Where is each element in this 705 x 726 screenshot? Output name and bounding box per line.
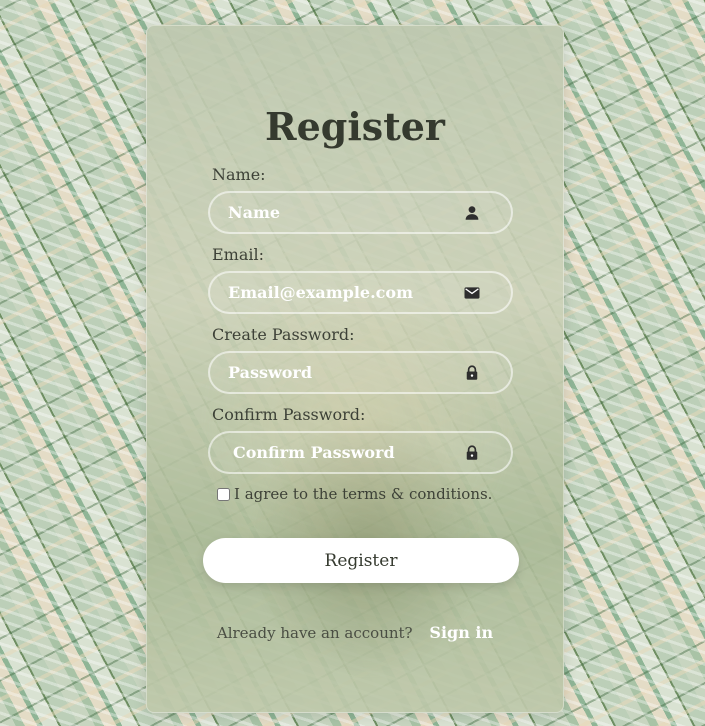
terms-row: I agree to the terms & conditions. (217, 484, 492, 504)
name-field-wrapper (208, 191, 513, 234)
confirm-password-field-wrapper (208, 431, 513, 474)
password-input[interactable] (228, 353, 448, 392)
email-field-wrapper (208, 271, 513, 314)
email-label: Email: (212, 245, 265, 264)
confirm-password-input[interactable] (233, 433, 453, 472)
envelope-icon (464, 287, 480, 299)
account-prompt-text: Already have an account? (216, 624, 413, 642)
person-icon (465, 206, 479, 220)
password-field-wrapper (208, 351, 513, 394)
lock-icon (466, 445, 478, 460)
signin-link[interactable]: Sign in (429, 623, 493, 642)
register-panel: Register Name: Email: Create Password: C… (146, 25, 564, 713)
create-password-label: Create Password: (212, 325, 355, 344)
page-title: Register (265, 104, 445, 149)
register-button[interactable]: Register (203, 538, 519, 583)
confirm-password-label: Confirm Password: (212, 405, 366, 424)
name-input[interactable] (228, 193, 448, 232)
signin-prompt: Already have an account? Sign in (147, 623, 563, 642)
lock-icon (466, 365, 478, 380)
terms-label: I agree to the terms & conditions. (234, 485, 493, 503)
terms-checkbox[interactable] (217, 487, 230, 501)
email-input[interactable] (228, 273, 448, 312)
name-label: Name: (212, 165, 266, 184)
